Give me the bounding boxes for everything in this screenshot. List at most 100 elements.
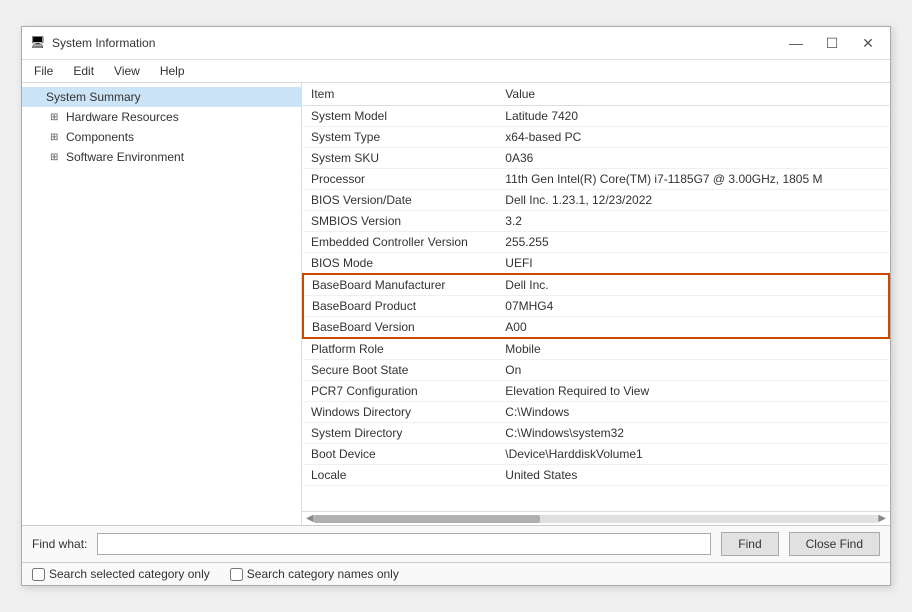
cell-item: Secure Boot State bbox=[303, 360, 497, 381]
cell-value: \Device\HarddiskVolume1 bbox=[497, 444, 872, 465]
search-names-label[interactable]: Search category names only bbox=[230, 567, 399, 581]
cell-value: 3.2 bbox=[497, 211, 872, 232]
title-bar: 🖥 System Information — ☐ ✕ bbox=[22, 27, 890, 60]
search-names-checkbox[interactable] bbox=[230, 568, 243, 581]
table-row: Platform RoleMobile bbox=[303, 338, 889, 360]
cell-item: Locale bbox=[303, 465, 497, 486]
cell-value: x64-based PC bbox=[497, 127, 872, 148]
search-names-text: Search category names only bbox=[247, 567, 399, 581]
cell-value: Elevation Required to View bbox=[497, 381, 872, 402]
main-window: 🖥 System Information — ☐ ✕ File Edit View H… bbox=[21, 26, 891, 586]
scroll-track[interactable] bbox=[314, 515, 879, 523]
cell-item: System Directory bbox=[303, 423, 497, 444]
checkbox-row: Search selected category only Search cat… bbox=[22, 562, 890, 585]
cell-item: BaseBoard Product bbox=[303, 296, 497, 317]
menu-item-help[interactable]: Help bbox=[156, 62, 189, 80]
table-row: LocaleUnited States bbox=[303, 465, 889, 486]
col-item: Item bbox=[303, 83, 497, 106]
horizontal-scrollbar[interactable]: ◀ ▶ bbox=[302, 511, 890, 525]
search-selected-text: Search selected category only bbox=[49, 567, 210, 581]
table-row: BaseBoard VersionA00 bbox=[303, 317, 889, 339]
cell-value: Dell Inc. 1.23.1, 12/23/2022 bbox=[497, 190, 872, 211]
cell-value: UEFI bbox=[497, 253, 872, 275]
table-row: System Typex64-based PC bbox=[303, 127, 889, 148]
cell-value: 07MHG4 bbox=[497, 296, 872, 317]
sidebar-item-label: Software Environment bbox=[66, 150, 184, 164]
expand-icon: ⊞ bbox=[50, 152, 62, 163]
cell-item: SMBIOS Version bbox=[303, 211, 497, 232]
cell-value: C:\Windows bbox=[497, 402, 872, 423]
cell-value: 255.255 bbox=[497, 232, 872, 253]
find-bar: Find what: Find Close Find bbox=[22, 525, 890, 562]
table-row: SMBIOS Version3.2 bbox=[303, 211, 889, 232]
col-scrollbar-space bbox=[872, 83, 889, 106]
sidebar-item-label: System Summary bbox=[46, 90, 141, 104]
scroll-thumb[interactable] bbox=[314, 515, 540, 523]
search-selected-label[interactable]: Search selected category only bbox=[32, 567, 210, 581]
table-row: BaseBoard ManufacturerDell Inc. bbox=[303, 274, 889, 296]
cell-value: Mobile bbox=[497, 338, 872, 360]
close-button[interactable]: ✕ bbox=[854, 33, 882, 53]
cell-value: C:\Windows\system32 bbox=[497, 423, 872, 444]
col-value: Value bbox=[497, 83, 872, 106]
cell-value: On bbox=[497, 360, 872, 381]
data-table: Item Value System ModelLatitude 7420Syst… bbox=[302, 83, 890, 511]
search-selected-checkbox[interactable] bbox=[32, 568, 45, 581]
cell-item: Platform Role bbox=[303, 338, 497, 360]
close-find-button[interactable]: Close Find bbox=[789, 532, 880, 556]
sidebar-item-label: Components bbox=[66, 130, 134, 144]
cell-item: BaseBoard Manufacturer bbox=[303, 274, 497, 296]
cell-value: 0A36 bbox=[497, 148, 872, 169]
title-bar-left: 🖥 System Information bbox=[30, 35, 155, 51]
table-row: BIOS Version/DateDell Inc. 1.23.1, 12/23… bbox=[303, 190, 889, 211]
cell-item: System Model bbox=[303, 106, 497, 127]
cell-value: Dell Inc. bbox=[497, 274, 872, 296]
table-row: System DirectoryC:\Windows\system32 bbox=[303, 423, 889, 444]
cell-item: System Type bbox=[303, 127, 497, 148]
cell-item: Windows Directory bbox=[303, 402, 497, 423]
app-icon: 🖥 bbox=[30, 35, 46, 51]
table-body: System ModelLatitude 7420System Typex64-… bbox=[303, 106, 889, 486]
sidebar-item-hardware-resources[interactable]: ⊞ Hardware Resources bbox=[22, 107, 301, 127]
title-controls: — ☐ ✕ bbox=[782, 33, 882, 53]
sidebar-item-software-environment[interactable]: ⊞ Software Environment bbox=[22, 147, 301, 167]
cell-value: Latitude 7420 bbox=[497, 106, 872, 127]
menu-item-edit[interactable]: Edit bbox=[69, 62, 98, 80]
table-row: PCR7 ConfigurationElevation Required to … bbox=[303, 381, 889, 402]
cell-item: Embedded Controller Version bbox=[303, 232, 497, 253]
table-row: System ModelLatitude 7420 bbox=[303, 106, 889, 127]
table-row: BaseBoard Product07MHG4 bbox=[303, 296, 889, 317]
table-row: Embedded Controller Version255.255 bbox=[303, 232, 889, 253]
sidebar-item-system-summary[interactable]: System Summary bbox=[22, 87, 301, 107]
table-row: Windows DirectoryC:\Windows bbox=[303, 402, 889, 423]
minimize-button[interactable]: — bbox=[782, 33, 810, 53]
menu-item-view[interactable]: View bbox=[110, 62, 144, 80]
sidebar-item-components[interactable]: ⊞ Components bbox=[22, 127, 301, 147]
cell-value: 11th Gen Intel(R) Core(TM) i7-1185G7 @ 3… bbox=[497, 169, 872, 190]
table-row: System SKU0A36 bbox=[303, 148, 889, 169]
window-title: System Information bbox=[52, 36, 155, 50]
table-row: Processor11th Gen Intel(R) Core(TM) i7-1… bbox=[303, 169, 889, 190]
find-input[interactable] bbox=[97, 533, 711, 555]
sidebar-item-label: Hardware Resources bbox=[66, 110, 179, 124]
table-row: Boot Device\Device\HarddiskVolume1 bbox=[303, 444, 889, 465]
cell-item: System SKU bbox=[303, 148, 497, 169]
find-button[interactable]: Find bbox=[721, 532, 778, 556]
cell-item: BIOS Version/Date bbox=[303, 190, 497, 211]
cell-value: A00 bbox=[497, 317, 872, 339]
cell-value: United States bbox=[497, 465, 872, 486]
expand-icon: ⊞ bbox=[50, 112, 62, 123]
cell-item: BaseBoard Version bbox=[303, 317, 497, 339]
menu-bar: File Edit View Help bbox=[22, 60, 890, 83]
expand-icon: ⊞ bbox=[50, 132, 62, 143]
table-header: Item Value bbox=[303, 83, 889, 106]
data-panel: Item Value System ModelLatitude 7420Syst… bbox=[302, 83, 890, 525]
table-row: BIOS ModeUEFI bbox=[303, 253, 889, 275]
sidebar: System Summary ⊞ Hardware Resources ⊞ Compon… bbox=[22, 83, 302, 525]
menu-item-file[interactable]: File bbox=[30, 62, 57, 80]
cell-item: Boot Device bbox=[303, 444, 497, 465]
table-row: Secure Boot StateOn bbox=[303, 360, 889, 381]
maximize-button[interactable]: ☐ bbox=[818, 33, 846, 53]
cell-item: BIOS Mode bbox=[303, 253, 497, 275]
find-label: Find what: bbox=[32, 537, 87, 551]
